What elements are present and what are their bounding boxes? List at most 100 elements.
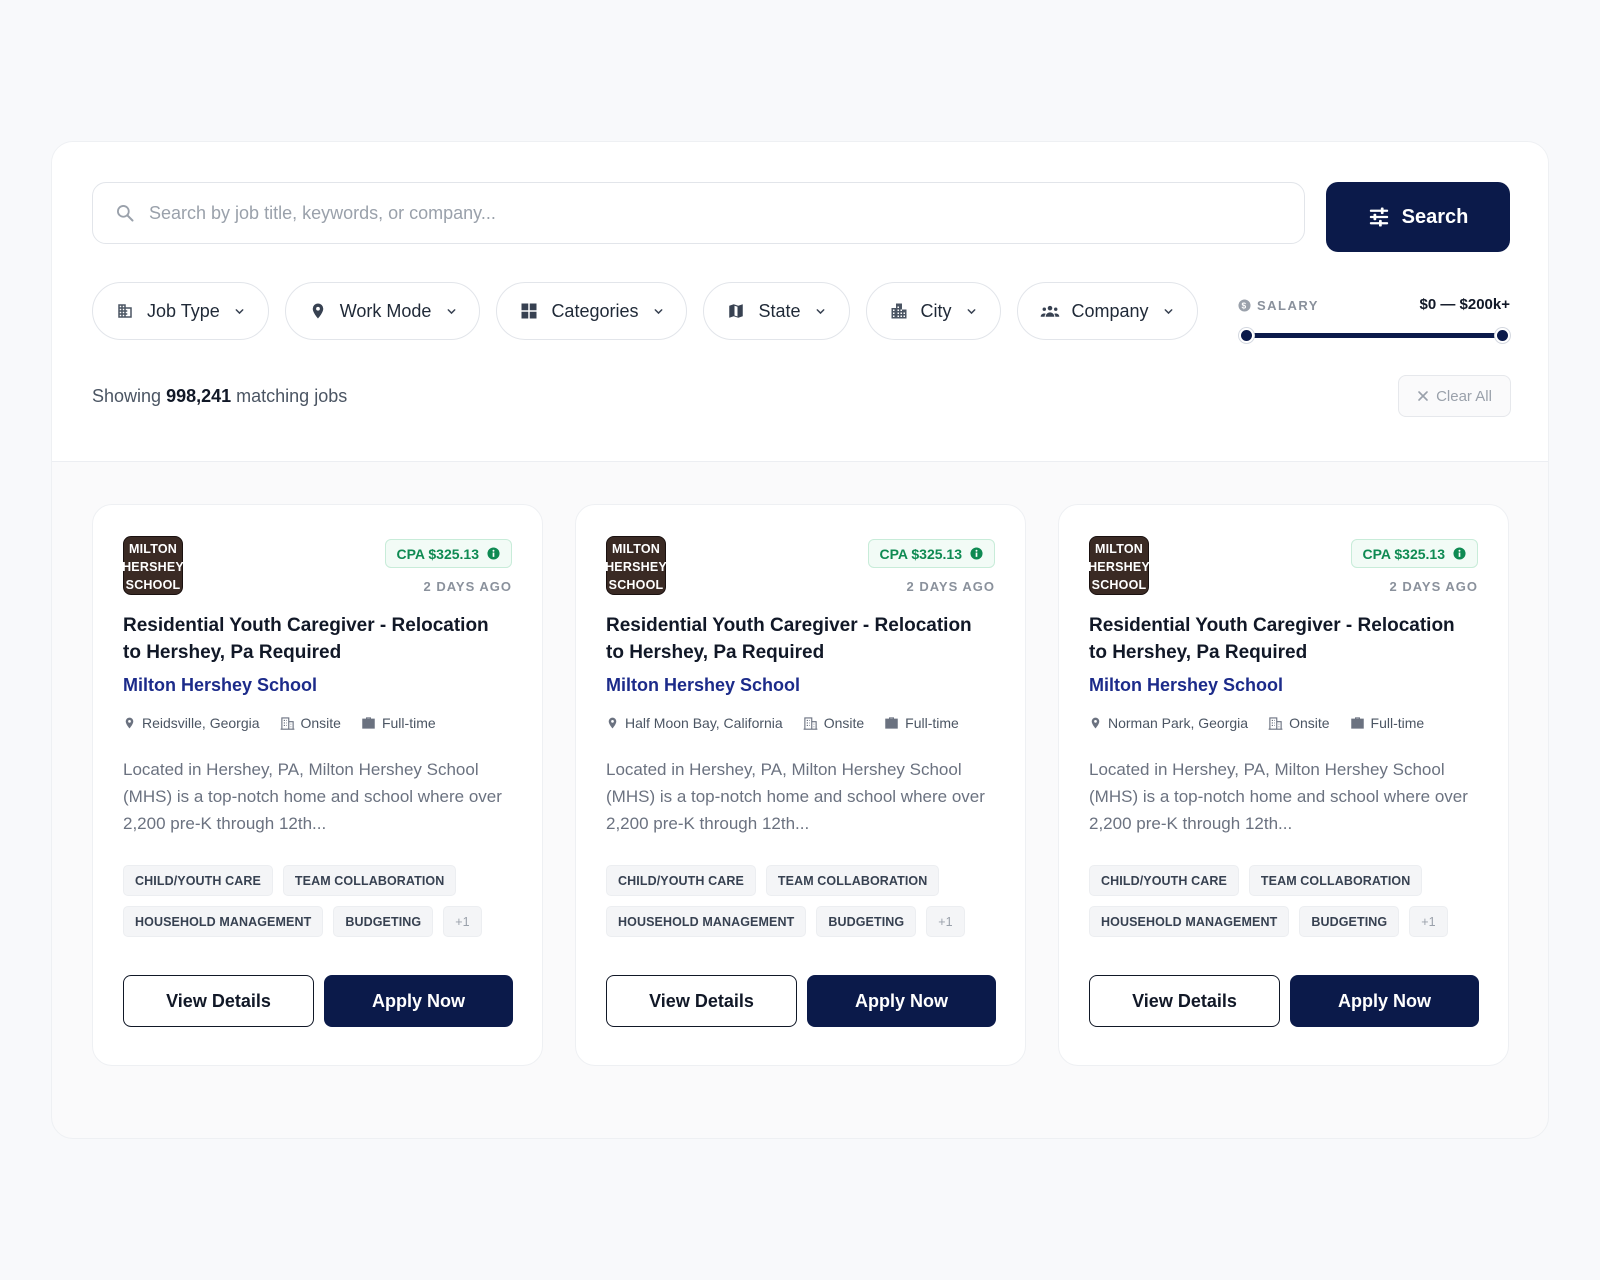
chevron-down-icon [445, 305, 457, 317]
cpa-badge: CPA $325.13 [384, 539, 512, 568]
job-card: MILTON HERSHEY SCHOOL CPA $325.13 2 DAYS… [92, 504, 543, 1066]
cpa-badge: CPA $325.13 [1350, 539, 1478, 568]
apply-now-button[interactable]: Apply Now [807, 975, 996, 1027]
close-icon [1417, 390, 1429, 402]
logo-line: HERSHEY [1088, 560, 1150, 574]
skill-tag: HOUSEHOLD MANAGEMENT [606, 906, 807, 937]
skill-tag: BUDGETING [1299, 906, 1400, 937]
job-description: Located in Hershey, PA, Milton Hershey S… [606, 760, 985, 833]
more-tags-badge[interactable]: +1 [443, 906, 482, 937]
filter-job-type[interactable]: Job Type [92, 282, 269, 340]
posted-date: 2 DAYS AGO [906, 579, 995, 594]
skill-tag: CHILD/YOUTH CARE [606, 865, 756, 896]
dollar-coin-icon: $ [1238, 299, 1251, 312]
people-icon [1040, 301, 1060, 321]
skill-tag: TEAM COLLABORATION [282, 865, 457, 896]
filter-bar: Job Type Work Mode Categories State City… [92, 282, 1198, 340]
sliders-icon [1368, 206, 1390, 228]
building-icon [1268, 716, 1283, 731]
location-pin-icon [123, 715, 136, 731]
grid-icon [519, 301, 539, 321]
salary-filter: $ SALARY $0 — $200k+ [1238, 290, 1511, 343]
job-meta: Reidsville, Georgia Onsite Full-time [123, 715, 436, 731]
logo-line: SCHOOL [125, 578, 181, 592]
filter-label: Company [1071, 300, 1149, 321]
view-details-button[interactable]: View Details [606, 975, 797, 1027]
view-details-button[interactable]: View Details [123, 975, 314, 1027]
salary-range-text: $0 — $200k+ [1419, 296, 1511, 313]
logo-line: HERSHEY [605, 560, 667, 574]
info-icon[interactable] [970, 547, 983, 560]
skill-tags: CHILD/YOUTH CARE TEAM COLLABORATION HOUS… [1089, 865, 1484, 937]
job-search-panel: Search Job Type Work Mode [51, 141, 1549, 1139]
svg-text:$: $ [1241, 301, 1247, 311]
job-type: Full-time [884, 715, 959, 731]
filter-work-mode[interactable]: Work Mode [284, 282, 481, 340]
logo-line: MILTON [612, 542, 660, 556]
search-input[interactable] [149, 202, 1249, 224]
job-title[interactable]: Residential Youth Caregiver - Relocation… [1089, 612, 1474, 666]
filter-label: Work Mode [339, 300, 432, 321]
skill-tag: HOUSEHOLD MANAGEMENT [123, 906, 324, 937]
search-button-label: Search [1401, 205, 1469, 228]
filter-label: Job Type [147, 300, 220, 321]
job-description: Located in Hershey, PA, Milton Hershey S… [1089, 760, 1468, 833]
company-logo: MILTON HERSHEY SCHOOL [1088, 536, 1150, 595]
chevron-down-icon [1163, 305, 1175, 317]
apply-now-button[interactable]: Apply Now [1290, 975, 1479, 1027]
filter-company[interactable]: Company [1016, 282, 1198, 340]
info-icon[interactable] [487, 547, 500, 560]
filter-categories[interactable]: Categories [496, 282, 688, 340]
job-meta: Norman Park, Georgia Onsite Full-time [1089, 715, 1424, 731]
company-name[interactable]: Milton Hershey School [1089, 675, 1283, 696]
clear-all-button[interactable]: Clear All [1398, 375, 1511, 417]
apply-now-button[interactable]: Apply Now [324, 975, 513, 1027]
job-title[interactable]: Residential Youth Caregiver - Relocation… [606, 612, 991, 666]
search-header: Search Job Type Work Mode [52, 142, 1548, 462]
building-icon [280, 716, 295, 731]
logo-line: MILTON [1095, 542, 1143, 556]
chevron-down-icon [966, 305, 978, 317]
chevron-down-icon [652, 305, 664, 317]
skill-tag: TEAM COLLABORATION [1248, 865, 1423, 896]
salary-slider-track[interactable] [1246, 333, 1502, 338]
job-type: Full-time [1350, 715, 1424, 731]
chevron-down-icon [234, 305, 246, 317]
skill-tag: CHILD/YOUTH CARE [1089, 865, 1239, 896]
skill-tag: TEAM COLLABORATION [765, 865, 940, 896]
posted-date: 2 DAYS AGO [423, 579, 512, 594]
more-tags-badge[interactable]: +1 [926, 906, 965, 937]
view-details-button[interactable]: View Details [1089, 975, 1280, 1027]
city-icon [889, 301, 909, 321]
job-meta: Half Moon Bay, California Onsite Full-ti… [606, 715, 959, 731]
salary-max-handle[interactable] [1494, 328, 1510, 343]
job-work-mode: Onsite [1268, 715, 1330, 731]
logo-line: SCHOOL [608, 578, 664, 592]
search-button[interactable]: Search [1326, 182, 1510, 252]
info-icon[interactable] [1453, 547, 1466, 560]
filter-label: State [758, 300, 801, 321]
filter-label: Categories [551, 300, 639, 321]
building-icon [803, 716, 818, 731]
location-pin-icon [308, 301, 328, 321]
job-card: MILTON HERSHEY SCHOOL CPA $325.13 2 DAYS… [1058, 504, 1509, 1066]
building-icon [115, 301, 135, 321]
search-icon [113, 201, 137, 225]
job-card: MILTON HERSHEY SCHOOL CPA $325.13 2 DAYS… [575, 504, 1026, 1066]
job-location: Reidsville, Georgia [123, 715, 260, 731]
salary-label: $ SALARY [1238, 298, 1319, 313]
skill-tags: CHILD/YOUTH CARE TEAM COLLABORATION HOUS… [123, 865, 518, 937]
search-field[interactable] [92, 182, 1305, 244]
more-tags-badge[interactable]: +1 [1409, 906, 1448, 937]
company-name[interactable]: Milton Hershey School [606, 675, 800, 696]
job-location: Norman Park, Georgia [1089, 715, 1248, 731]
job-work-mode: Onsite [803, 715, 864, 731]
job-title[interactable]: Residential Youth Caregiver - Relocation… [123, 612, 508, 666]
results-number: 998,241 [166, 386, 232, 406]
company-name[interactable]: Milton Hershey School [123, 675, 317, 696]
salary-min-handle[interactable] [1238, 328, 1254, 343]
filter-state[interactable]: State [703, 282, 850, 340]
job-card-list: MILTON HERSHEY SCHOOL CPA $325.13 2 DAYS… [92, 504, 1509, 1066]
filter-city[interactable]: City [865, 282, 1001, 340]
logo-line: SCHOOL [1091, 578, 1147, 592]
